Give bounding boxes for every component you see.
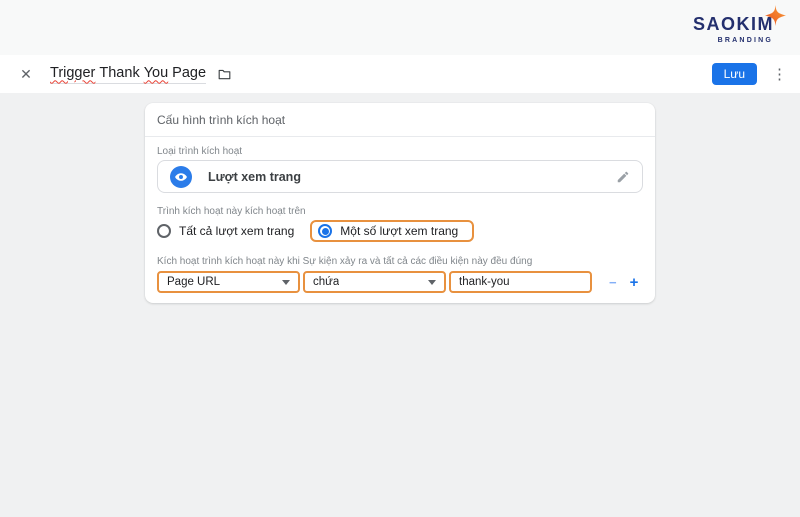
saokim-logo: SAOKIM BRANDING [693,5,786,44]
trigger-type-box[interactable]: Lượt xem trang [157,160,643,193]
radio-unselected-icon [157,224,171,238]
fires-on-label: Trình kích hoạt này kích hoạt trên [157,206,306,217]
trigger-type-value: Lượt xem trang [208,169,301,184]
radio-selected-icon [318,224,333,238]
condition-value-input[interactable]: thank-you [449,271,592,293]
pageview-eye-icon [170,165,192,188]
remove-condition-button[interactable]: − [609,275,617,290]
add-condition-button[interactable]: + [630,274,639,291]
condition-operator-select[interactable]: chứa [303,271,446,293]
condition-row: Page URL chứa thank-you − + [157,271,643,293]
trigger-type-label: Loại trình kích hoạt [157,146,243,157]
saokim-logo-word: SAOKIM [693,5,786,34]
trigger-name-part: Page [172,64,207,81]
folder-icon[interactable] [216,67,233,82]
radio-all-label: Tất cả lượt xem trang [179,224,295,238]
trigger-name-part: Thank [99,64,140,81]
conditions-label: Kích hoạt trình kích hoạt này khi Sự kiệ… [157,256,533,267]
save-button[interactable]: Lưu [711,63,757,85]
condition-variable-value: Page URL [167,276,221,288]
saokim-logo-text: SAOKIM [693,14,774,34]
trigger-name-field[interactable]: Trigger Thank You Page [50,64,207,84]
app-bar: ✕ Trigger Thank You Page Lưu ⋮ [0,55,800,93]
card-title: Cấu hình trình kích hoạt [145,103,655,137]
close-icon[interactable]: ✕ [16,66,36,83]
chevron-down-icon [282,279,290,285]
card-body: Loại trình kích hoạt Lượt xem trang Trìn… [145,137,655,303]
trigger-name-part: You [143,64,169,81]
trigger-config-card: Cấu hình trình kích hoạt Loại trình kích… [145,103,655,303]
radio-some-pageviews[interactable]: Một số lượt xem trang [318,224,458,238]
edit-pencil-icon[interactable] [616,170,630,184]
saokim-logo-tagline: BRANDING [717,37,773,44]
radio-all-pageviews[interactable]: Tất cả lượt xem trang [157,224,294,238]
star-sparkle-icon [765,5,786,26]
top-brand-strip: SAOKIM BRANDING [0,0,800,55]
chevron-down-icon [428,279,436,285]
condition-value-text: thank-you [459,276,510,288]
condition-variable-select[interactable]: Page URL [157,271,300,293]
overflow-menu-icon[interactable]: ⋮ [772,65,787,83]
fires-on-options: Tất cả lượt xem trang Một số lượt xem tr… [157,220,643,242]
trigger-name-part: Trigger [50,64,96,81]
changed-field-highlight: Một số lượt xem trang [310,220,475,242]
radio-some-label: Một số lượt xem trang [340,224,459,238]
condition-operator-value: chứa [313,276,340,288]
